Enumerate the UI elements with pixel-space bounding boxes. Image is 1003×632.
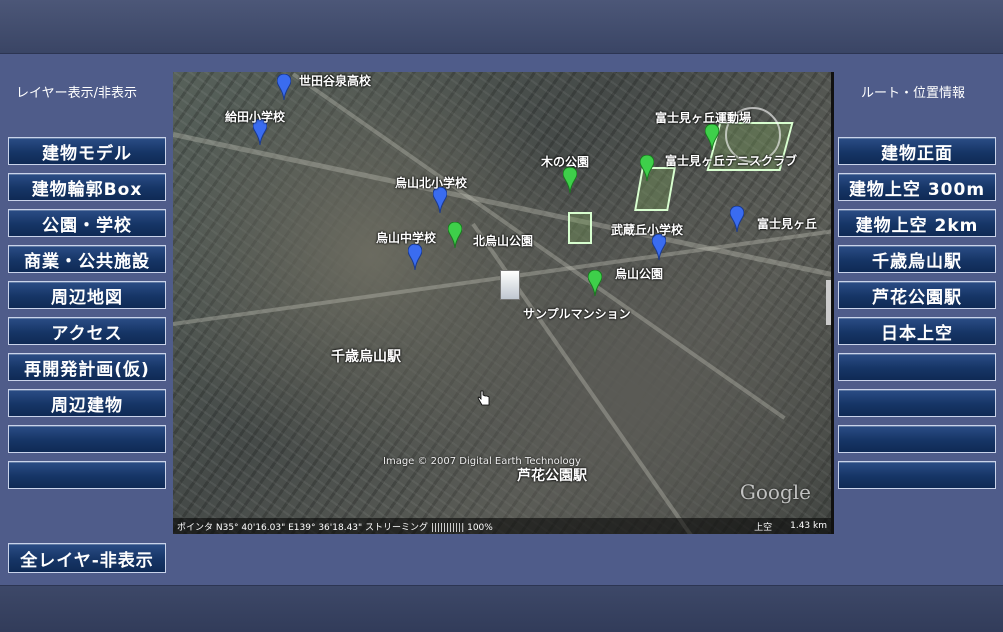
route-button-empty-1[interactable] xyxy=(838,353,996,381)
pointer-coordinates: ポインタ N35° 40'16.03" E139° 36'18.43" ストリー… xyxy=(177,522,493,533)
map-label: 給田小学校 xyxy=(225,110,286,124)
route-button-empty-4[interactable] xyxy=(838,461,996,489)
map-label: 木の公園 xyxy=(541,155,590,169)
layer-button-nearby-buildings[interactable]: 周辺建物 xyxy=(8,389,166,417)
hide-all-layers-button[interactable]: 全レイヤ-非表示 xyxy=(8,543,166,573)
layer-button-empty-2[interactable] xyxy=(8,461,166,489)
map-label: 世田谷泉高校 xyxy=(299,74,372,88)
map-label: 富士見ヶ丘 xyxy=(757,217,818,231)
layer-button-empty-1[interactable] xyxy=(8,425,166,453)
top-bar xyxy=(0,0,1003,54)
layer-button-area-map[interactable]: 周辺地図 xyxy=(8,281,166,309)
map-label: 富士見ヶ丘テニスクラブ xyxy=(665,154,798,168)
map-label: 武蔵丘小学校 xyxy=(611,223,684,237)
map-label: 烏山公園 xyxy=(615,267,664,281)
green-pin-icon[interactable] xyxy=(705,124,719,150)
blue-pin-icon[interactable] xyxy=(730,206,744,232)
left-panel-title: レイヤー表示/非表示 xyxy=(16,86,137,101)
sample-building-model[interactable] xyxy=(500,270,520,300)
map-label: 千歳烏山駅 xyxy=(331,349,401,365)
route-button-roka-station[interactable]: 芦花公園駅 xyxy=(838,281,996,309)
green-pin-icon[interactable] xyxy=(588,270,602,296)
layer-button-building-box[interactable]: 建物輪郭Box xyxy=(8,173,166,201)
map-label: 烏山北小学校 xyxy=(395,176,468,190)
earth-map-view[interactable]: 世田谷泉高校 給田小学校 富士見ヶ丘運動場 木の公園 富士見ヶ丘テニスクラブ 烏… xyxy=(173,72,834,534)
green-pin-icon[interactable] xyxy=(448,222,462,248)
route-button-above-300m[interactable]: 建物上空 300m xyxy=(838,173,996,201)
route-button-empty-3[interactable] xyxy=(838,425,996,453)
green-pin-icon[interactable] xyxy=(640,155,654,181)
imagery-copyright: Image © 2007 Digital Earth Technology xyxy=(383,456,581,467)
google-logo: Google xyxy=(739,480,811,504)
route-button-chitose-station[interactable]: 千歳烏山駅 xyxy=(838,245,996,273)
hand-cursor-icon xyxy=(477,390,490,406)
layer-button-building-model[interactable]: 建物モデル xyxy=(8,137,166,165)
layer-button-commercial-public[interactable]: 商業・公共施設 xyxy=(8,245,166,273)
bottom-bar xyxy=(0,585,1003,632)
blue-pin-icon[interactable] xyxy=(277,74,291,100)
blue-pin-icon[interactable] xyxy=(408,244,422,270)
map-label: 富士見ヶ丘運動場 xyxy=(655,111,752,125)
map-label: 芦花公園駅 xyxy=(517,468,587,484)
green-pin-icon[interactable] xyxy=(563,167,577,193)
map-label: 北烏山公園 xyxy=(473,234,534,248)
layer-button-parks-schools[interactable]: 公園・学校 xyxy=(8,209,166,237)
map-label: サンプルマンション xyxy=(523,307,631,321)
route-button-above-japan[interactable]: 日本上空 xyxy=(838,317,996,345)
layer-button-redevelopment[interactable]: 再開発計画(仮) xyxy=(8,353,166,381)
route-button-empty-2[interactable] xyxy=(838,389,996,417)
map-label: 烏山中学校 xyxy=(376,231,437,245)
map-scroll-handle[interactable] xyxy=(826,280,831,325)
right-panel-title: ルート・位置情報 xyxy=(861,86,966,101)
eye-altitude: 1.43 km xyxy=(790,521,827,531)
park-area xyxy=(568,212,592,244)
route-button-building-front[interactable]: 建物正面 xyxy=(838,137,996,165)
view-mode: 上空 xyxy=(754,522,773,533)
route-button-above-2km[interactable]: 建物上空 2km xyxy=(838,209,996,237)
layer-button-access[interactable]: アクセス xyxy=(8,317,166,345)
map-status-bar: ポインタ N35° 40'16.03" E139° 36'18.43" ストリー… xyxy=(173,518,831,534)
